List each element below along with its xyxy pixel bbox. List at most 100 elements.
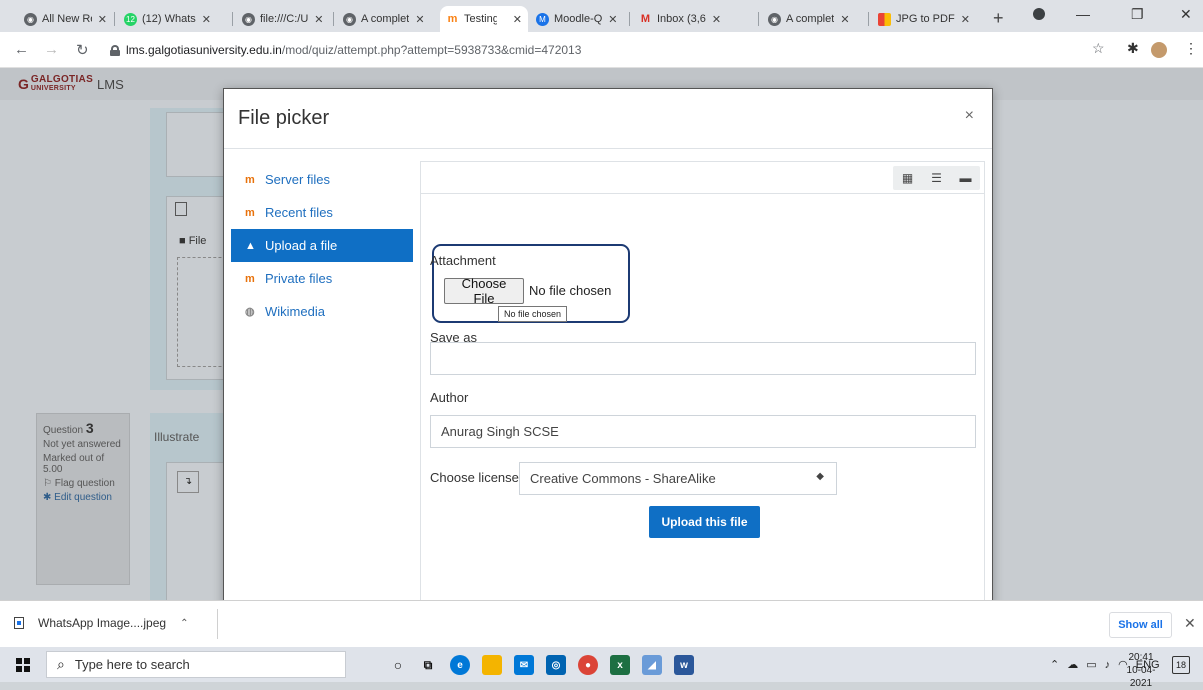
show-all-button[interactable]: Show all <box>1109 612 1172 638</box>
globe-icon: ◉ <box>768 12 781 26</box>
editor-indent-icon[interactable]: ↴ <box>177 471 199 493</box>
close-icon[interactable]: ✕ <box>202 13 211 26</box>
close-icon[interactable]: ✕ <box>712 13 721 26</box>
files-label: ■ File <box>179 235 207 247</box>
search-icon: ⌕ <box>57 656 65 672</box>
tab-a-complete-2[interactable]: ◉ A complet ✕ <box>762 6 867 32</box>
folder-view-icon[interactable]: ▬ <box>951 166 980 190</box>
moodle-icon: m <box>245 206 255 219</box>
new-tab-icon[interactable]: + <box>993 8 1004 29</box>
close-icon[interactable]: ✕ <box>513 13 522 26</box>
file-picker-dialog: File picker × m Server files m Recent fi… <box>223 88 993 608</box>
chrome-icon[interactable]: ● <box>578 655 598 675</box>
tab-file[interactable]: ◉ file:///C:/U ✕ <box>236 6 332 32</box>
flag-question-link[interactable]: ⚐ Flag question <box>43 478 123 489</box>
close-icon[interactable]: ✕ <box>415 13 424 26</box>
close-icon[interactable]: × <box>965 107 974 125</box>
window-close-icon[interactable]: ✕ <box>1180 6 1192 23</box>
tab-a-complete[interactable]: ◉ A complet ✕ <box>337 6 435 32</box>
extensions-icon[interactable]: ✱ <box>1127 40 1139 57</box>
tab-divider <box>333 12 334 26</box>
globe-icon: ◉ <box>24 12 37 26</box>
address-bar[interactable]: lms.galgotiasuniversity.edu.in/mod/quiz/… <box>110 38 1070 62</box>
menu-kebab-icon[interactable]: ⋮ <box>1184 40 1198 57</box>
excel-icon[interactable]: x <box>610 655 630 675</box>
chevron-up-icon[interactable]: ⌃ <box>1050 658 1059 671</box>
tab-label: All New Re <box>42 13 92 25</box>
download-filename: WhatsApp Image....jpeg <box>38 616 167 630</box>
volume-icon[interactable]: ♪ <box>1105 659 1111 671</box>
gmail-icon: M <box>640 13 651 25</box>
onedrive-icon[interactable]: ☁ <box>1067 658 1078 671</box>
cortana-icon[interactable]: ○ <box>388 655 408 675</box>
globe-icon: ◉ <box>242 12 255 26</box>
clock-date: 10-04-2021 <box>1126 665 1156 689</box>
paint-icon[interactable]: ◢ <box>642 655 662 675</box>
chevron-up-icon[interactable]: ⌃ <box>180 618 188 629</box>
tab-all-new[interactable]: ◉ All New Re ✕ <box>18 6 113 32</box>
nav-upload-a-file[interactable]: ▲ Upload a file <box>231 229 413 262</box>
question-number: 3 <box>85 420 94 436</box>
battery-icon[interactable]: ▭ <box>1086 658 1096 671</box>
file-explorer-icon[interactable] <box>482 655 502 675</box>
forward-icon[interactable]: → <box>44 41 59 58</box>
reload-icon[interactable]: ↻ <box>76 41 89 59</box>
tab-testing[interactable]: m Testing ✕ <box>440 6 528 32</box>
close-icon[interactable]: ✕ <box>1184 615 1196 632</box>
license-select[interactable]: Creative Commons - ShareAlike ◆ <box>519 462 837 495</box>
author-input[interactable]: Anurag Singh SCSE <box>430 415 976 448</box>
site-logo[interactable]: GALGOTIAS UNIVERSITY <box>29 75 93 93</box>
restore-icon[interactable]: ❐ <box>1131 6 1144 23</box>
tab-label: JPG to PDF <box>896 13 955 25</box>
nav-server-files[interactable]: m Server files <box>231 163 413 196</box>
galgotias-logo-icon: G <box>18 76 29 92</box>
tab-jpg-to-pdf[interactable]: JPG to PDF ✕ <box>872 6 982 32</box>
tab-moodle-q[interactable]: M Moodle-Q ✕ <box>530 6 628 32</box>
profile-avatar[interactable] <box>1151 42 1167 58</box>
bookmark-star-icon[interactable]: ☆ <box>1092 40 1105 57</box>
close-icon[interactable]: ✕ <box>314 13 323 26</box>
word-icon[interactable]: w <box>674 655 694 675</box>
upload-this-file-button[interactable]: Upload this file <box>649 506 760 538</box>
nav-recent-files[interactable]: m Recent files <box>231 196 413 229</box>
file-icon[interactable] <box>175 202 187 216</box>
back-icon[interactable]: ← <box>14 41 29 58</box>
close-icon[interactable]: ✕ <box>961 13 970 26</box>
gear-icon: ✱ <box>43 492 52 503</box>
list-view-icon[interactable]: ☰ <box>922 166 951 190</box>
notifications-icon[interactable]: 18 <box>1172 656 1190 674</box>
browser-tab-strip: ◉ All New Re ✕ 12 (12) Whats ✕ ◉ file://… <box>0 0 1203 32</box>
url-host: lms.galgotiasuniversity.edu.in <box>126 43 282 57</box>
tab-divider <box>114 12 115 26</box>
tab-search-icon[interactable] <box>1033 8 1045 20</box>
file-picker-content: ▦ ☰ ▬ Attachment Choose File No file cho… <box>420 161 985 601</box>
close-icon[interactable]: ✕ <box>840 13 849 26</box>
repository-nav: m Server files m Recent files ▲ Upload a… <box>231 163 413 328</box>
edge-icon[interactable]: e <box>450 655 470 675</box>
close-icon[interactable]: ✕ <box>608 13 617 26</box>
minimize-icon[interactable]: — <box>1076 6 1090 22</box>
tab-label: A complet <box>786 13 835 25</box>
windows-start-icon[interactable] <box>16 658 30 672</box>
choose-file-button[interactable]: Choose File <box>444 276 524 306</box>
mail-icon[interactable]: ✉ <box>514 655 534 675</box>
tab-gmail-inbox[interactable]: M Inbox (3,6 ✕ <box>633 6 757 32</box>
tab-divider <box>868 12 869 26</box>
taskbar-search[interactable]: ⌕ Type here to search <box>46 651 346 678</box>
task-view-icon[interactable]: ⧉ <box>418 655 438 675</box>
download-divider <box>217 609 218 639</box>
clock[interactable]: 20:41 10-04-2021 <box>1120 651 1162 690</box>
close-icon[interactable]: ✕ <box>98 13 107 26</box>
upload-icon: ▲ <box>245 239 256 252</box>
dell-icon[interactable]: ◎ <box>546 655 566 675</box>
save-as-input[interactable] <box>430 342 976 375</box>
edit-question-link[interactable]: ✱ Edit question <box>43 492 123 503</box>
nav-wikimedia[interactable]: ◍ Wikimedia <box>231 295 413 328</box>
grid-view-icon[interactable]: ▦ <box>893 166 922 190</box>
tab-whatsapp[interactable]: 12 (12) Whats ✕ <box>118 6 231 32</box>
tab-label: A complet <box>361 13 410 25</box>
clock-time: 20:41 <box>1128 652 1154 663</box>
image-file-icon <box>14 617 24 629</box>
nav-private-files[interactable]: m Private files <box>231 262 413 295</box>
download-item[interactable]: WhatsApp Image....jpeg ⌃ <box>14 616 188 630</box>
